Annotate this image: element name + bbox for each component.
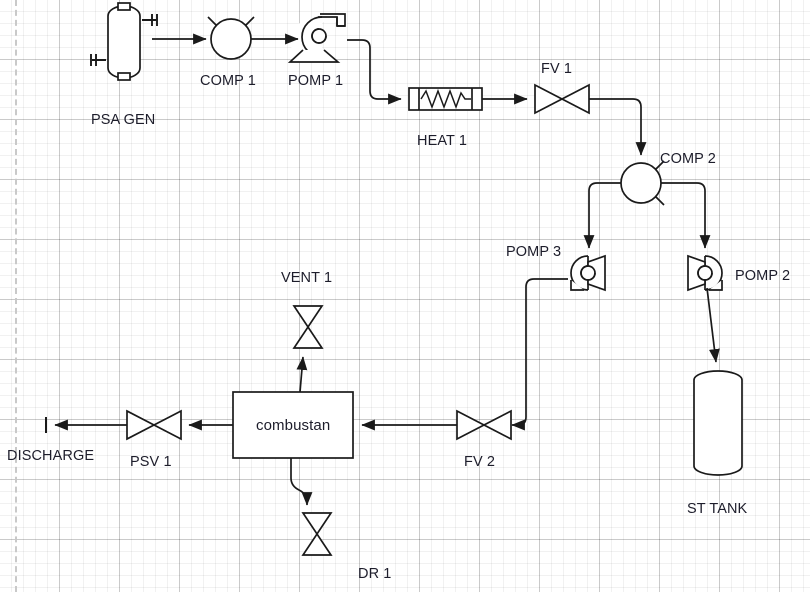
pomp-1-symbol bbox=[287, 13, 347, 63]
label-combustan: combustan bbox=[256, 417, 331, 434]
pomp-3-symbol bbox=[570, 254, 606, 292]
pipe-fv1-to-comp2 bbox=[589, 98, 647, 156]
fv-1-symbol bbox=[534, 83, 590, 115]
label-comp-2: COMP 2 bbox=[660, 151, 716, 167]
pipe-pomp2-to-sttank bbox=[706, 287, 720, 363]
psv-1-symbol bbox=[126, 409, 182, 441]
comp-2-symbol bbox=[620, 160, 665, 206]
st-tank-symbol bbox=[693, 370, 743, 476]
pipe-pomp3-to-fv2 bbox=[511, 278, 568, 431]
label-comp-1: COMP 1 bbox=[200, 73, 256, 89]
pipe-pomp1-to-heat1 bbox=[347, 39, 402, 105]
label-pomp-2: POMP 2 bbox=[735, 268, 791, 284]
pipe-comp2-to-pomp3 bbox=[583, 182, 621, 249]
diagram-canvas[interactable]: PSA GEN COMP 1 POMP 1 HEAT 1 FV 1 COMP 2… bbox=[0, 0, 810, 592]
label-dr-1: DR 1 bbox=[358, 566, 392, 582]
vent-1-symbol bbox=[292, 305, 324, 349]
pipe-combustan-to-dr1 bbox=[290, 458, 313, 506]
label-fv-2: FV 2 bbox=[464, 454, 496, 470]
heat-1-symbol bbox=[408, 87, 483, 111]
dr-1-symbol bbox=[301, 512, 333, 556]
label-psa-gen: PSA GEN bbox=[91, 112, 156, 128]
comp-1-symbol bbox=[207, 16, 255, 60]
label-psv-1: PSV 1 bbox=[130, 454, 172, 470]
psa-gen-symbol bbox=[90, 2, 158, 81]
label-fv-1: FV 1 bbox=[541, 61, 573, 77]
pipe-comp2-to-pomp2 bbox=[661, 182, 711, 249]
label-heat-1: HEAT 1 bbox=[417, 133, 468, 149]
label-pomp-1: POMP 1 bbox=[288, 73, 344, 89]
label-discharge: DISCHARGE bbox=[7, 448, 95, 464]
pomp-2-symbol bbox=[687, 254, 723, 292]
label-pomp-3: POMP 3 bbox=[506, 244, 562, 260]
pipe-combustan-to-vent1 bbox=[296, 356, 308, 393]
label-st-tank: ST TANK bbox=[687, 501, 748, 517]
fv-2-symbol bbox=[456, 409, 512, 441]
label-vent-1: VENT 1 bbox=[281, 270, 333, 286]
